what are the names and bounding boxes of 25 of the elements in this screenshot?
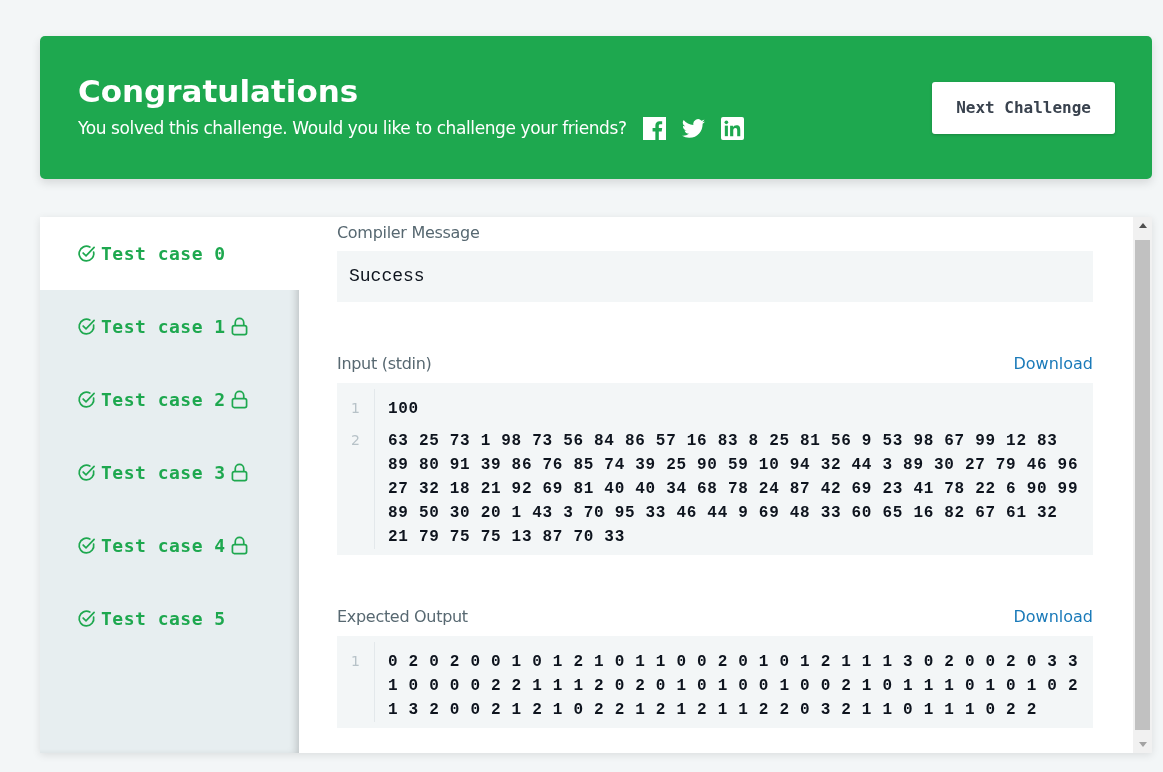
line-number: 1 (337, 389, 375, 421)
test-case-tab[interactable]: Test case 4 (40, 509, 299, 582)
test-case-tab[interactable]: Test case 3 (40, 436, 299, 509)
test-case-tab[interactable]: Test case 0 (40, 217, 299, 290)
code-line: 63 25 73 1 98 73 56 84 86 57 16 83 8 25 81 56 9 53 98 67 99 12 83 89 80 91 39 86 76 85 74 39 25 90 59 10 94 32 44 3 89 30 27 79 46 96 27 32 18 21 92 69 81 40 40 34 68 78 24 87 42 69 23 41 78 22 6 90 99 89 50 30 20 1 43 3 70 95 33 46 44 9 69 48 33 60 65 16 82 67 61 32 21 79 75 75 13 87 70 33 (387, 431, 1080, 548)
facebook-icon[interactable] (642, 117, 666, 141)
banner-title: Congratulations (78, 73, 360, 108)
linkedin-icon[interactable] (720, 117, 744, 141)
banner-message: You solved this challenge. Would you like to challenge your friends? (78, 116, 627, 140)
download-link[interactable]: Download (1013, 352, 1093, 376)
section-label: Compiler Message (337, 222, 481, 244)
test-case-tab[interactable]: Test case 1 (40, 290, 299, 363)
download-link[interactable]: Download (1013, 605, 1093, 629)
scrollbar[interactable] (1133, 217, 1152, 753)
code-line: 100 (387, 399, 420, 420)
line-number: 1 (337, 642, 375, 722)
compiler-message: Success (337, 251, 1093, 302)
next-challenge-button[interactable]: Next Challenge (932, 81, 1115, 134)
code-line: 0 2 0 2 0 0 1 0 1 2 1 0 1 1 0 0 2 0 1 0 1 2 1 1 1 3 0 2 0 0 2 0 3 3 1 0 0 0 0 2 2 1 1 1 2 0 2 0 1 0 1 0 0 1 0 0 2 1 0 1 1 1 0 1 0 1 0 2 1 3 2 0 0 2 1 2 1 0 2 2 1 2 1 2 1 1 2 2 0 3 2 1 1 0 1 1 1 0 2 2 (387, 652, 1080, 721)
line-number: 2 (337, 421, 375, 549)
section-label: Expected Output (337, 606, 468, 628)
section-label: Input (stdin) (337, 353, 432, 375)
twitter-icon[interactable] (681, 117, 705, 141)
test-case-tab[interactable]: Test case 5 (40, 582, 299, 655)
test-case-tab[interactable]: Test case 2 (40, 363, 299, 436)
